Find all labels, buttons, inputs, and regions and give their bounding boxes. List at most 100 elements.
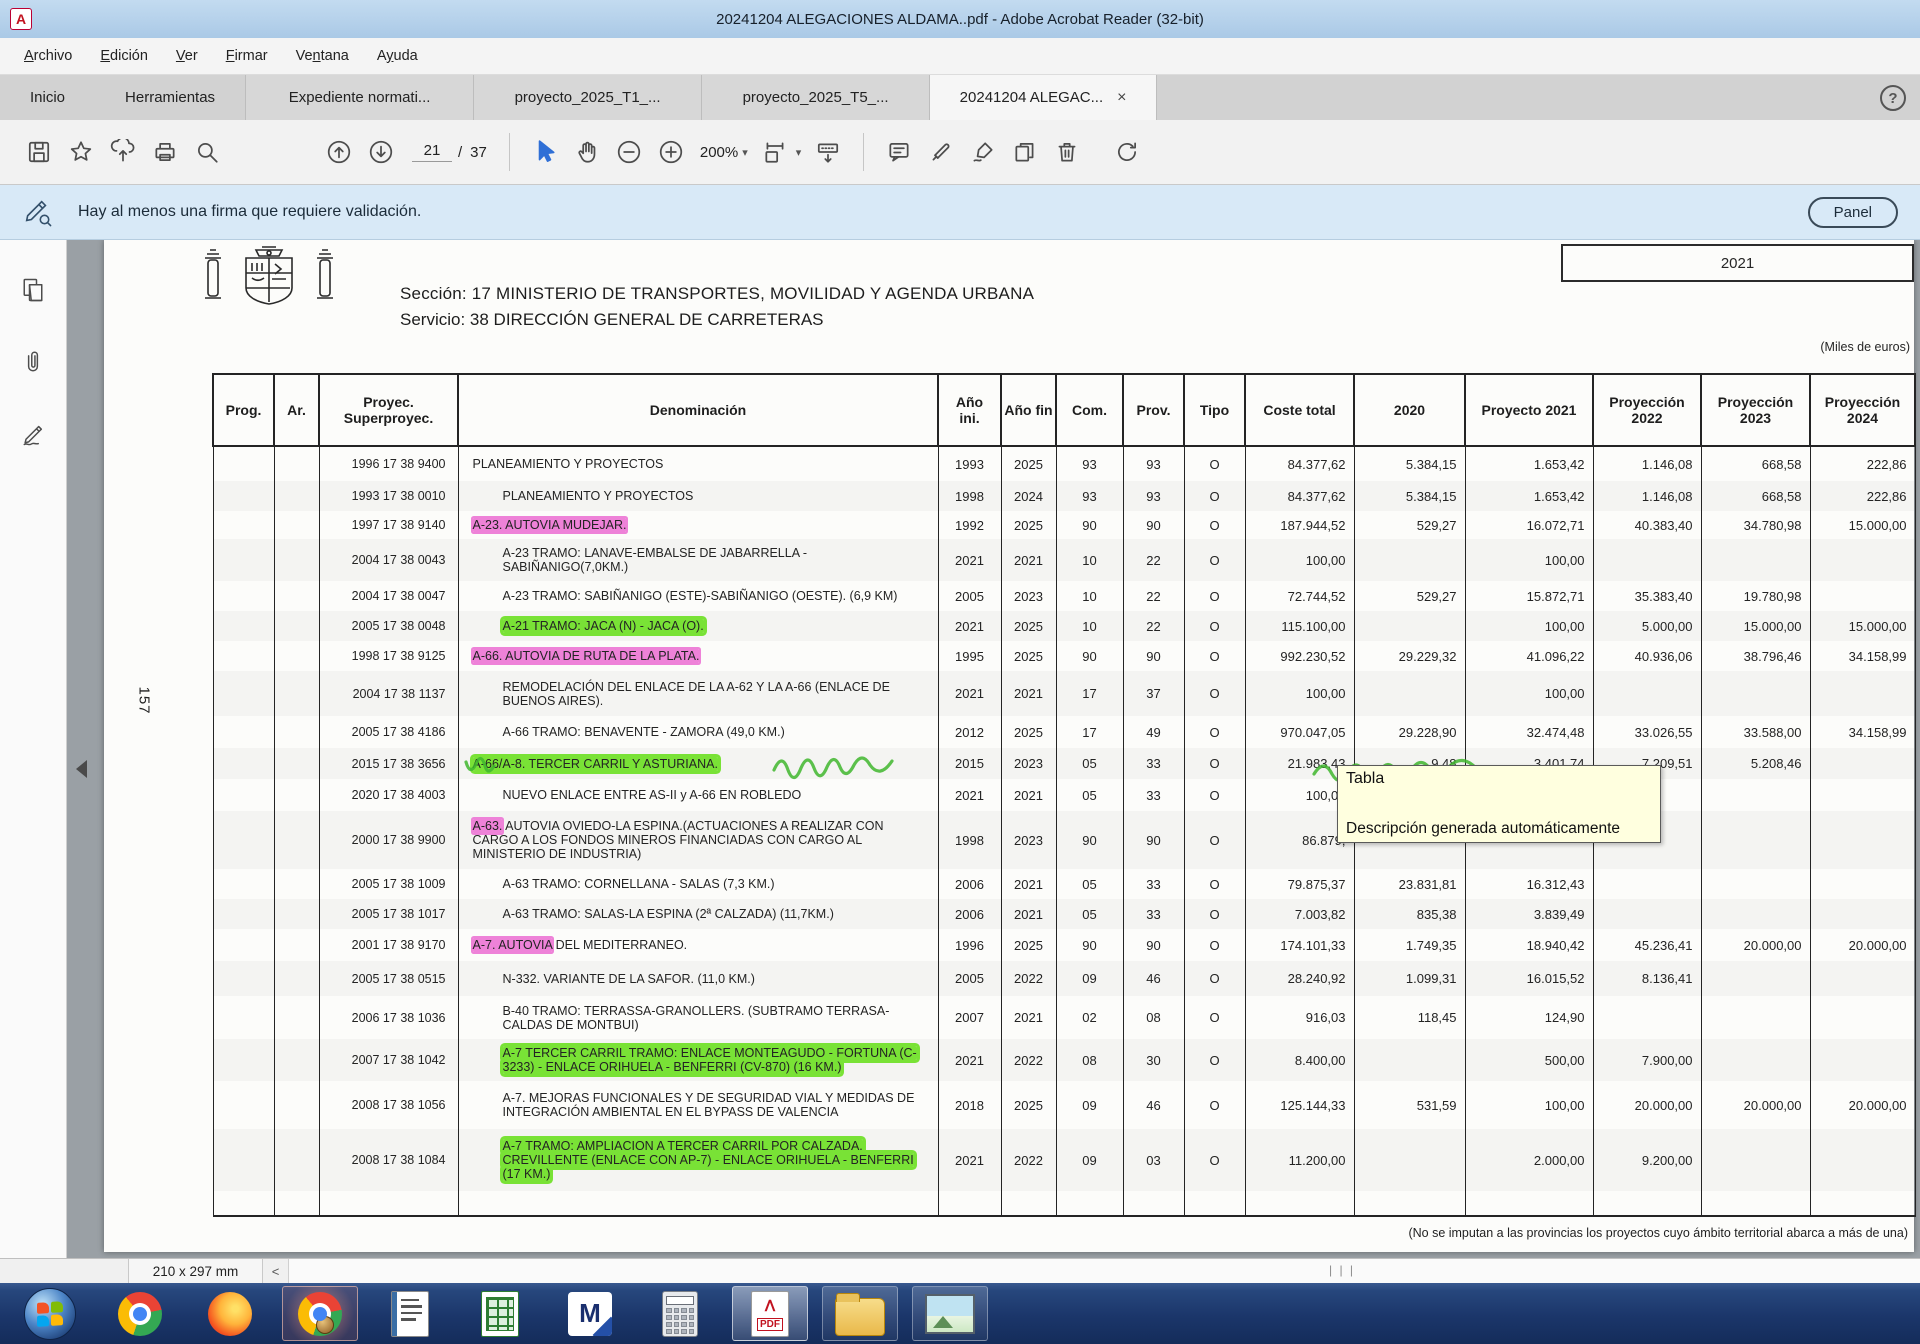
refresh-icon[interactable]: [1106, 130, 1148, 174]
menu-firmar[interactable]: Firmar: [214, 43, 280, 69]
print-icon[interactable]: [144, 130, 186, 174]
scrollbar-grip[interactable]: | | |: [1329, 1263, 1355, 1277]
table-cell: 115.100,00: [1245, 611, 1354, 641]
table-cell: 03: [1123, 1129, 1184, 1191]
table-cell: [274, 481, 319, 511]
table-cell: O: [1184, 996, 1245, 1039]
zoom-caret-icon[interactable]: ▾: [742, 146, 748, 159]
page-thumbnails-icon[interactable]: [19, 276, 47, 304]
table-cell: A-7 TRAMO: AMPLIACION A TERCER CARRIL PO…: [458, 1129, 938, 1191]
signatures-panel-icon[interactable]: [19, 420, 47, 448]
taskbar-item-pdf-reader[interactable]: ꓥPDF: [732, 1286, 808, 1341]
table-cell: 02: [1056, 996, 1123, 1039]
next-page-icon[interactable]: [360, 130, 402, 174]
menu-edición[interactable]: Edición: [88, 43, 160, 69]
column-header: Proyección2022: [1593, 374, 1701, 446]
taskbar-item-markdown-m[interactable]: M: [552, 1286, 628, 1341]
document-tab[interactable]: 20241204 ALEGAC...×: [929, 75, 1157, 120]
table-cell: [213, 1039, 274, 1081]
table-cell: 222,86: [1810, 481, 1915, 511]
table-cell: 1998: [938, 811, 1001, 869]
star-icon[interactable]: [60, 130, 102, 174]
table-cell: 09: [1056, 961, 1123, 996]
taskbar-item-calculator[interactable]: [642, 1286, 718, 1341]
table-cell: A-7. AUTOVIA DEL MEDITERRANEO.: [458, 929, 938, 961]
tab-close-icon[interactable]: ×: [1117, 89, 1126, 107]
hand-tool-icon[interactable]: [566, 130, 608, 174]
tab-herramientas[interactable]: Herramientas: [95, 75, 245, 120]
taskbar-item-windows-start[interactable]: [12, 1286, 88, 1341]
table-cell: 2021: [938, 1129, 1001, 1191]
menu-ventana[interactable]: Ventana: [284, 43, 361, 69]
table-cell: 2021: [938, 779, 1001, 811]
menu-ayuda[interactable]: Ayuda: [365, 43, 430, 69]
table-row: 2004 17 38 0043A-23 TRAMO: LANAVE-EMBALS…: [213, 539, 1915, 581]
page-scroll-icon[interactable]: [807, 130, 849, 174]
attachments-paperclip-icon[interactable]: [19, 348, 47, 376]
table-cell: [1354, 1039, 1465, 1081]
taskbar-item-spreadsheet-calc[interactable]: [462, 1286, 538, 1341]
table-cell: 2022: [1001, 1129, 1056, 1191]
select-cursor-icon[interactable]: [524, 130, 566, 174]
help-icon[interactable]: ?: [1880, 85, 1906, 111]
taskbar-item-chrome-active[interactable]: [282, 1286, 358, 1341]
save-icon[interactable]: [18, 130, 60, 174]
taskbar-item-image-viewer[interactable]: [912, 1286, 988, 1341]
table-cell: [1354, 611, 1465, 641]
units-note: (Miles de euros): [1820, 340, 1910, 354]
tab-inicio[interactable]: Inicio: [0, 75, 95, 120]
table-cell: 8.136,41: [1593, 961, 1701, 996]
share-upload-icon[interactable]: [102, 130, 144, 174]
fit-width-icon[interactable]: [754, 130, 796, 174]
search-icon[interactable]: [186, 130, 228, 174]
highlighter-icon[interactable]: [920, 130, 962, 174]
sign-pen-icon[interactable]: [962, 130, 1004, 174]
trash-icon[interactable]: [1046, 130, 1088, 174]
table-cell: 2021: [1001, 539, 1056, 581]
menu-archivo[interactable]: Archivo: [12, 43, 84, 69]
stamp-pages-icon[interactable]: [1004, 130, 1046, 174]
table-cell: 16.312,43: [1465, 869, 1593, 899]
taskbar-item-writer-doc[interactable]: [372, 1286, 448, 1341]
table-cell: 15.872,71: [1465, 581, 1593, 611]
table-cell: 2021: [938, 539, 1001, 581]
table-cell: 222,86: [1810, 446, 1915, 481]
spreadsheet-icon: [481, 1291, 519, 1337]
table-cell: 2012: [938, 716, 1001, 748]
zoom-out-icon[interactable]: [608, 130, 650, 174]
document-tab[interactable]: Expediente normati...: [245, 75, 473, 120]
table-cell: 100,00: [1465, 611, 1593, 641]
panel-button[interactable]: Panel: [1808, 197, 1898, 228]
comment-icon[interactable]: [878, 130, 920, 174]
table-cell: 1998: [938, 481, 1001, 511]
table-cell: 90: [1123, 511, 1184, 539]
previous-page-edge-arrow[interactable]: [76, 760, 87, 778]
fit-caret-icon[interactable]: ▾: [796, 146, 802, 159]
tooltip-description: Descripción generada automáticamente: [1346, 820, 1652, 838]
zoom-in-icon[interactable]: [650, 130, 692, 174]
previous-page-icon[interactable]: [318, 130, 360, 174]
taskbar-item-chrome[interactable]: [102, 1286, 178, 1341]
table-cell: 2023: [1001, 748, 1056, 779]
table-cell: [213, 446, 274, 481]
table-row: 2004 17 38 1137REMODELACIÓN DEL ENLACE D…: [213, 671, 1915, 716]
document-tab[interactable]: proyecto_2025_T5_...: [701, 75, 929, 120]
image-viewer-icon: [925, 1294, 975, 1334]
page-number-input[interactable]: 21: [412, 142, 452, 162]
column-header: Tipo: [1184, 374, 1245, 446]
taskbar-item-folder[interactable]: [822, 1286, 898, 1341]
table-cell: A-63. AUTOVIA OVIEDO-LA ESPINA.(ACTUACIO…: [458, 811, 938, 869]
document-tab[interactable]: proyecto_2025_T1_...: [473, 75, 701, 120]
taskbar-item-firefox[interactable]: [192, 1286, 268, 1341]
menu-ver[interactable]: Ver: [164, 43, 210, 69]
table-cell: [1056, 1191, 1123, 1216]
table-cell: 17: [1056, 671, 1123, 716]
table-row: 1996 17 38 9400PLANEAMIENTO Y PROYECTOS1…: [213, 446, 1915, 481]
document-workspace: Sección: 17 MINISTERIO DE TRANSPORTES, M…: [0, 240, 1920, 1258]
hscroll-left-button[interactable]: <: [263, 1259, 289, 1283]
zoom-level[interactable]: 200%: [700, 144, 738, 161]
table-cell: 38.796,46: [1701, 641, 1810, 671]
horizontal-scrollbar[interactable]: | | |: [289, 1259, 1920, 1283]
table-cell: 2023: [1001, 581, 1056, 611]
table-cell: 2015 17 38 3656: [319, 748, 458, 779]
